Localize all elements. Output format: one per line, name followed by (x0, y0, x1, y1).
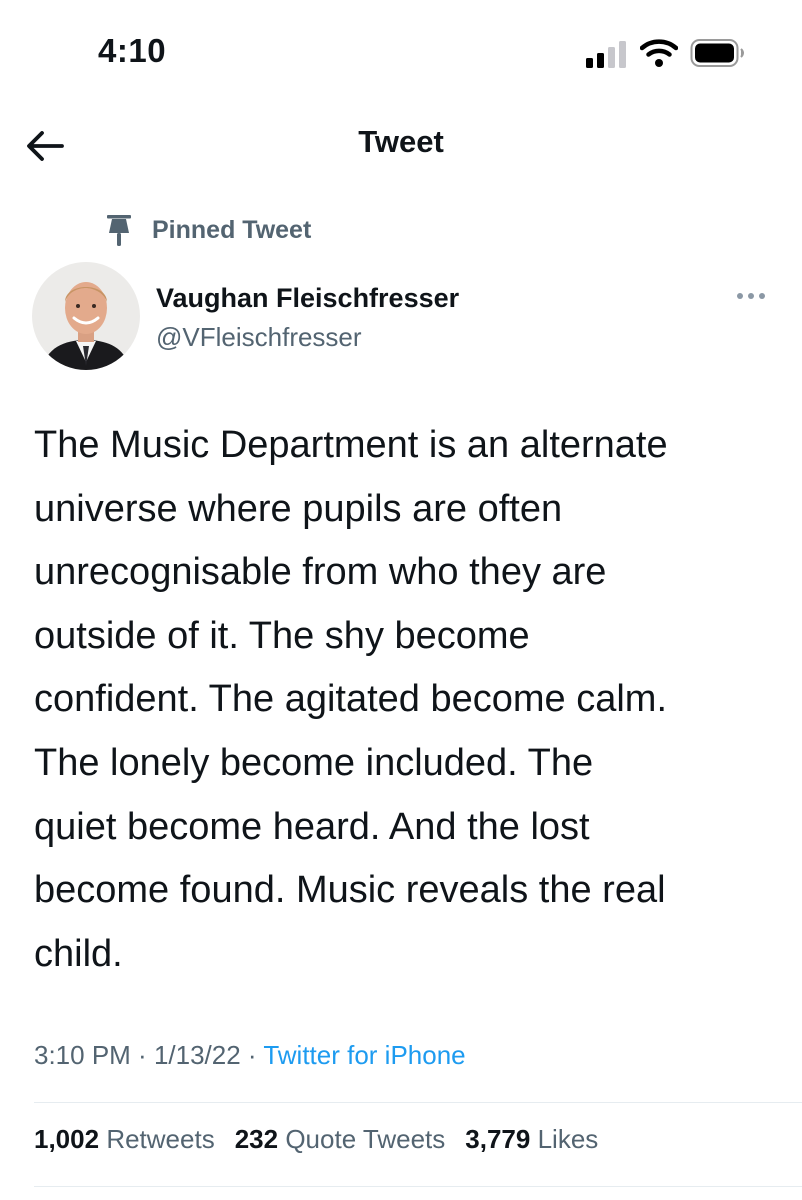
retweets-label: Retweets (106, 1124, 215, 1154)
tweet-stats: 1,002 Retweets 232 Quote Tweets 3,779 Li… (34, 1124, 598, 1155)
likes-count: 3,779 (465, 1124, 531, 1154)
meta-separator: · (240, 1040, 264, 1070)
retweets-stat[interactable]: 1,002 Retweets (34, 1124, 215, 1155)
avatar-photo (32, 262, 140, 370)
more-icon[interactable] (734, 286, 768, 306)
quote-tweets-label: Quote Tweets (285, 1124, 446, 1154)
pin-icon (107, 215, 131, 246)
meta-separator: · (130, 1040, 154, 1070)
tweet-meta: 3:10 PM · 1/13/22 · Twitter for iPhone (34, 1040, 466, 1071)
page-title: Tweet (358, 124, 444, 159)
author-handle[interactable]: @VFleischfresser (156, 322, 362, 353)
retweets-count: 1,002 (34, 1124, 100, 1154)
quote-tweets-count: 232 (234, 1124, 279, 1154)
top-nav: Tweet (0, 100, 802, 190)
pinned-indicator: Pinned Tweet (104, 210, 311, 250)
status-bar: 4:10 (0, 0, 802, 100)
pinned-label: Pinned Tweet (152, 215, 312, 244)
tweet-date[interactable]: 1/13/22 (154, 1040, 241, 1070)
cellular-signal-icon (586, 41, 626, 68)
tweet-text: The Music Department is an alternate uni… (34, 424, 668, 975)
likes-stat[interactable]: 3,779 Likes (465, 1124, 598, 1155)
wifi-icon (640, 39, 678, 67)
tweet-source-link[interactable]: Twitter for iPhone (263, 1040, 465, 1070)
avatar[interactable] (32, 262, 140, 370)
tweet-time[interactable]: 3:10 PM (34, 1040, 131, 1070)
divider (34, 1186, 802, 1187)
status-time: 4:10 (98, 32, 167, 69)
battery-icon (690, 39, 744, 67)
divider (34, 1102, 802, 1103)
likes-label: Likes (537, 1124, 599, 1154)
quote-tweets-stat[interactable]: 232 Quote Tweets (235, 1124, 446, 1155)
author-name[interactable]: Vaughan Fleischfresser (156, 283, 459, 314)
